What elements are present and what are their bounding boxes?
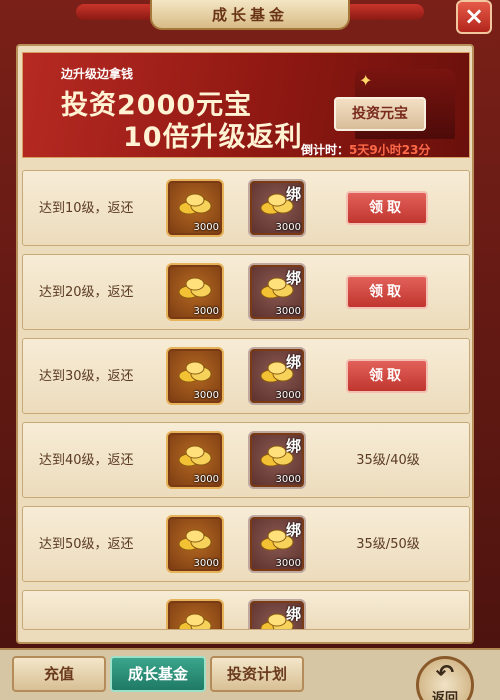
bound-gold-ingot-icon[interactable]: 绑 3000 xyxy=(248,515,306,573)
claim-button[interactable]: 领取 xyxy=(346,191,428,225)
tab-growth-fund[interactable]: 成长基金 xyxy=(110,656,206,692)
bound-gold-ingot-icon[interactable]: 绑 3000 xyxy=(248,179,306,237)
reward-condition: 达到40级，返还 xyxy=(39,453,134,468)
reward-row: 达到40级，返还 3000 绑 3000 35级/40级 xyxy=(22,422,470,498)
reward-row: 达到30级，返还 3000 绑 3000 领取 xyxy=(22,338,470,414)
gold-ingot-icon[interactable]: 3000 xyxy=(166,179,224,237)
bound-amount: 3000 xyxy=(275,222,301,233)
promo-line2: 10倍升级返利 xyxy=(123,122,303,153)
reward-condition: 达到20级，返还 xyxy=(39,285,134,300)
sparkle-icon: ✦ xyxy=(359,71,373,90)
bound-mark: 绑 xyxy=(285,437,301,455)
content-panel: ✦ 边升级边拿钱 投资2000元宝 10倍升级返利 投资元宝 倒计时：5天9小时… xyxy=(16,44,474,644)
claim-button[interactable]: 领取 xyxy=(346,359,428,393)
reward-row-partial: 绑 xyxy=(22,590,470,630)
gold-ingot-icon[interactable] xyxy=(166,599,224,629)
bound-mark: 绑 xyxy=(285,605,301,623)
invest-button[interactable]: 投资元宝 xyxy=(334,97,426,131)
reward-row: 达到50级，返还 3000 绑 3000 35级/50级 xyxy=(22,506,470,582)
bottom-bar: 充值 成长基金 投资计划 ↶ 返回 xyxy=(0,648,500,700)
reward-row: 达到20级，返还 3000 绑 3000 领取 xyxy=(22,254,470,330)
reward-condition: 达到30级，返还 xyxy=(39,369,134,384)
bound-mark: 绑 xyxy=(285,521,301,539)
countdown-value: 5天9小时23分 xyxy=(349,143,431,157)
bound-mark: 绑 xyxy=(285,353,301,371)
reward-row: 达到10级，返还 3000 绑 3000 领取 xyxy=(22,170,470,246)
title-ornament-right xyxy=(344,4,424,20)
back-arrow-icon: ↶ xyxy=(435,661,455,686)
level-progress: 35级/40级 xyxy=(356,453,420,468)
back-label: 返回 xyxy=(431,691,458,700)
reward-list[interactable]: 达到10级，返还 3000 绑 3000 领取 达到20级，返还 3000 绑 3000 领取 达到… xyxy=(22,170,470,638)
bound-gold-ingot-icon[interactable]: 绑 3000 xyxy=(248,431,306,489)
gold-ingot-icon[interactable]: 3000 xyxy=(166,347,224,405)
tab-recharge[interactable]: 充值 xyxy=(12,656,106,692)
level-progress: 35级/50级 xyxy=(356,537,420,552)
gold-ingot-icon[interactable]: 3000 xyxy=(166,515,224,573)
gold-amount: 3000 xyxy=(193,306,219,317)
bound-amount: 3000 xyxy=(275,390,301,401)
title-ornament-left xyxy=(76,4,156,20)
reward-condition: 达到50级，返还 xyxy=(39,537,134,552)
window-title: 成长基金 xyxy=(150,0,350,30)
gold-ingot-icon[interactable]: 3000 xyxy=(166,263,224,321)
promo-banner: ✦ 边升级边拿钱 投资2000元宝 10倍升级返利 投资元宝 倒计时：5天9小时… xyxy=(22,52,470,158)
countdown-label: 倒计时： xyxy=(301,143,350,157)
gold-amount: 3000 xyxy=(193,558,219,569)
bound-gold-ingot-icon[interactable]: 绑 xyxy=(248,599,306,629)
bound-amount: 3000 xyxy=(275,474,301,485)
countdown: 倒计时：5天9小时23分 xyxy=(301,141,431,157)
bound-gold-ingot-icon[interactable]: 绑 3000 xyxy=(248,347,306,405)
reward-condition: 达到10级，返还 xyxy=(39,201,134,216)
claim-button[interactable]: 领取 xyxy=(346,275,428,309)
gold-ingot-icon[interactable]: 3000 xyxy=(166,431,224,489)
bound-amount: 3000 xyxy=(275,558,301,569)
back-button[interactable]: ↶ 返回 xyxy=(416,656,474,700)
bound-mark: 绑 xyxy=(285,269,301,287)
bound-amount: 3000 xyxy=(275,306,301,317)
bound-gold-ingot-icon[interactable]: 绑 3000 xyxy=(248,263,306,321)
promo-subtitle: 边升级边拿钱 xyxy=(61,67,134,81)
window-frame: 成长基金 × ✦ 边升级边拿钱 投资2000元宝 10倍升级返利 投资元宝 倒计… xyxy=(0,0,500,700)
gold-amount: 3000 xyxy=(193,222,219,233)
gold-amount: 3000 xyxy=(193,390,219,401)
close-button[interactable]: × xyxy=(456,0,492,34)
bound-mark: 绑 xyxy=(285,185,301,203)
gold-amount: 3000 xyxy=(193,474,219,485)
tab-investment-plan[interactable]: 投资计划 xyxy=(210,656,304,692)
